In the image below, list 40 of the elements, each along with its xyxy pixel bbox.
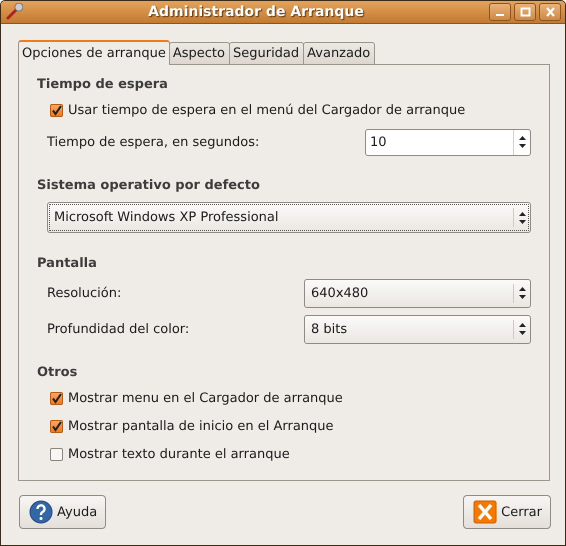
section-heading: Pantalla [37, 255, 98, 273]
field-label: Profundidad del color: [47, 322, 190, 336]
tab[interactable]: Opciones de arranque [18, 40, 170, 65]
checkbox-label[interactable]: Usar tiempo de espera en el menú del Cargador de arranque [68, 102, 466, 118]
window-title: Administrador de Arranque [147, 4, 365, 20]
dropdown-arrows-icon [519, 210, 526, 224]
checkbox[interactable] [50, 392, 63, 404]
dropdown-arrows-icon [519, 322, 526, 336]
dropdown[interactable]: Microsoft Windows XP Professional [47, 202, 531, 233]
checkbox[interactable] [50, 104, 63, 116]
close-button[interactable] [539, 3, 561, 21]
number-input[interactable]: 10 [366, 130, 513, 154]
close-icon [473, 500, 498, 524]
maximize-button[interactable] [514, 3, 536, 21]
wrench-icon [5, 3, 23, 21]
checkbox-label[interactable]: Mostrar pantalla de inicio en el Arranque [68, 418, 334, 434]
close-button[interactable]: Cerrar [463, 495, 551, 529]
help-icon [29, 500, 53, 524]
checkbox[interactable] [50, 420, 63, 432]
checkbox-label[interactable]: Mostrar menu en el Cargador de arranque [68, 390, 343, 406]
tab[interactable]: Seguridad [228, 42, 304, 64]
help-button[interactable]: Ayuda [19, 495, 106, 529]
dropdown-arrows-icon [519, 286, 526, 300]
spin-field[interactable]: 10 [365, 128, 531, 156]
checkbox[interactable] [50, 448, 63, 460]
minimize-icon [496, 14, 504, 16]
dropdown[interactable]: 640x480 [304, 278, 531, 308]
dropdown[interactable]: 8 bits [304, 314, 531, 344]
field-label: Resolución: [47, 286, 122, 300]
tab[interactable]: Avanzado [303, 42, 376, 64]
minimize-button[interactable] [489, 3, 511, 21]
section-heading: Tiempo de espera [37, 76, 169, 94]
maximize-icon [518, 6, 532, 18]
tab[interactable]: Aspecto [168, 42, 230, 64]
spin-arrows-icon [518, 135, 526, 149]
section-heading: Sistema operativo por defecto [37, 177, 261, 195]
field-label: Tiempo de espera, en segundos: [47, 134, 260, 150]
section-heading: Otros [37, 364, 78, 382]
close-icon [544, 6, 556, 18]
checkbox-label[interactable]: Mostrar texto durante el arranque [68, 446, 290, 462]
